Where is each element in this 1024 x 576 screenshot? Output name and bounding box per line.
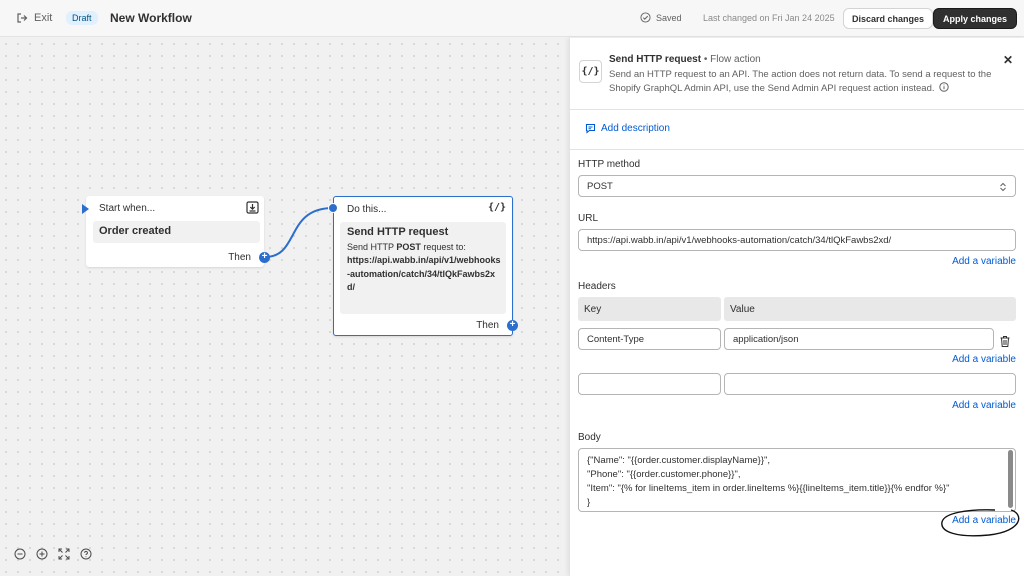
headers-label: Headers bbox=[578, 281, 616, 292]
draft-badge: Draft bbox=[66, 11, 98, 25]
code-icon: {/} bbox=[487, 202, 506, 213]
last-changed-text: Last changed on Fri Jan 24 2025 bbox=[703, 13, 835, 23]
add-variable-link-url[interactable]: Add a variable bbox=[952, 256, 1016, 267]
add-step-plus-icon[interactable]: + bbox=[259, 252, 270, 263]
action-settings-panel: {/} Send HTTP request • Flow action Send… bbox=[569, 38, 1024, 576]
url-input[interactable]: https://api.wabb.in/api/v1/webhooks-auto… bbox=[578, 229, 1016, 251]
http-method-value: POST bbox=[587, 180, 613, 192]
divider bbox=[570, 109, 1024, 110]
zoom-controls bbox=[12, 546, 94, 562]
start-marker-icon bbox=[82, 204, 89, 214]
headers-value-column: Value bbox=[724, 297, 1016, 321]
discard-changes-button[interactable]: Discard changes bbox=[843, 8, 934, 29]
http-method-label: HTTP method bbox=[578, 159, 641, 170]
add-step-plus-icon[interactable]: + bbox=[507, 320, 518, 331]
action-url: https://api.wabb.in/api/v1/webhooks-auto… bbox=[347, 255, 501, 292]
saved-status: Saved bbox=[640, 12, 682, 23]
workflow-title[interactable]: New Workflow bbox=[110, 11, 192, 25]
action-node-header: Do this... bbox=[347, 204, 387, 215]
apply-changes-button[interactable]: Apply changes bbox=[933, 8, 1018, 29]
action-desc-prefix: Send HTTP bbox=[347, 242, 397, 252]
action-desc-suffix: request to: bbox=[420, 242, 466, 252]
trash-icon[interactable] bbox=[999, 335, 1011, 348]
exit-button[interactable]: Exit bbox=[16, 12, 52, 24]
action-title: Send HTTP request bbox=[347, 226, 449, 238]
hand-drawn-circle-annotation bbox=[941, 509, 1020, 537]
url-label: URL bbox=[578, 213, 599, 224]
body-label: Body bbox=[578, 432, 601, 443]
header-value-value: application/json bbox=[733, 333, 799, 345]
trigger-node[interactable]: Start when... Order created Then + bbox=[82, 196, 270, 267]
trigger-then-label: Then bbox=[228, 252, 251, 263]
add-description-link[interactable]: Add description bbox=[585, 123, 670, 134]
header-value-input[interactable] bbox=[724, 373, 1016, 395]
zoom-in-icon[interactable] bbox=[34, 546, 50, 562]
panel-title-text: Send HTTP request bbox=[609, 54, 702, 65]
body-scrollbar[interactable] bbox=[1008, 450, 1013, 508]
add-description-label: Add description bbox=[601, 123, 670, 134]
comment-icon bbox=[585, 123, 596, 134]
divider bbox=[570, 149, 1024, 150]
help-icon[interactable] bbox=[78, 546, 94, 562]
header-value-input[interactable]: application/json bbox=[724, 328, 994, 350]
connector-dot bbox=[328, 203, 338, 213]
close-icon[interactable]: ✕ bbox=[1003, 53, 1013, 67]
download-icon[interactable] bbox=[246, 201, 259, 214]
add-variable-link-header-2[interactable]: Add a variable bbox=[952, 400, 1016, 411]
exit-label: Exit bbox=[34, 12, 53, 24]
action-box[interactable]: Send HTTP request Send HTTP POST request… bbox=[340, 222, 506, 314]
workflow-canvas[interactable]: Start when... Order created Then + Do th… bbox=[0, 38, 568, 576]
headers-key-column: Key bbox=[578, 297, 721, 321]
action-node[interactable]: Do this... {/} Send HTTP request Send HT… bbox=[328, 196, 518, 336]
action-method: POST bbox=[396, 242, 421, 252]
header-key-value: Content-Type bbox=[587, 333, 645, 345]
header-key-input[interactable] bbox=[578, 373, 721, 395]
saved-label: Saved bbox=[656, 12, 682, 23]
panel-description: Send an HTTP request to an API. The acti… bbox=[609, 68, 994, 96]
select-chevron-icon bbox=[1000, 182, 1006, 192]
trigger-name: Order created bbox=[99, 225, 172, 237]
top-bar: Exit Draft New Workflow Saved Last chang… bbox=[0, 0, 1024, 37]
trigger-node-header: Start when... bbox=[99, 203, 156, 214]
code-icon: {/} bbox=[579, 60, 602, 83]
action-then-label: Then bbox=[476, 320, 499, 331]
panel-title: Send HTTP request • Flow action bbox=[609, 54, 761, 65]
action-description: Send HTTP POST request to: bbox=[347, 241, 502, 254]
http-method-select[interactable]: POST bbox=[578, 175, 1016, 197]
panel-description-text: Send an HTTP request to an API. The acti… bbox=[609, 69, 992, 94]
fit-to-screen-icon[interactable] bbox=[56, 546, 72, 562]
url-value: https://api.wabb.in/api/v1/webhooks-auto… bbox=[587, 234, 892, 246]
add-variable-link-header-1[interactable]: Add a variable bbox=[952, 354, 1016, 365]
header-key-input[interactable]: Content-Type bbox=[578, 328, 721, 350]
info-icon[interactable] bbox=[939, 82, 949, 92]
panel-kind: Flow action bbox=[710, 54, 761, 65]
exit-icon bbox=[17, 13, 28, 23]
check-circle-icon bbox=[640, 12, 651, 23]
body-textarea[interactable]: {"Name": "{{order.customer.displayName}}… bbox=[578, 448, 1016, 512]
zoom-out-icon[interactable] bbox=[12, 546, 28, 562]
trigger-box[interactable]: Order created bbox=[93, 221, 260, 243]
